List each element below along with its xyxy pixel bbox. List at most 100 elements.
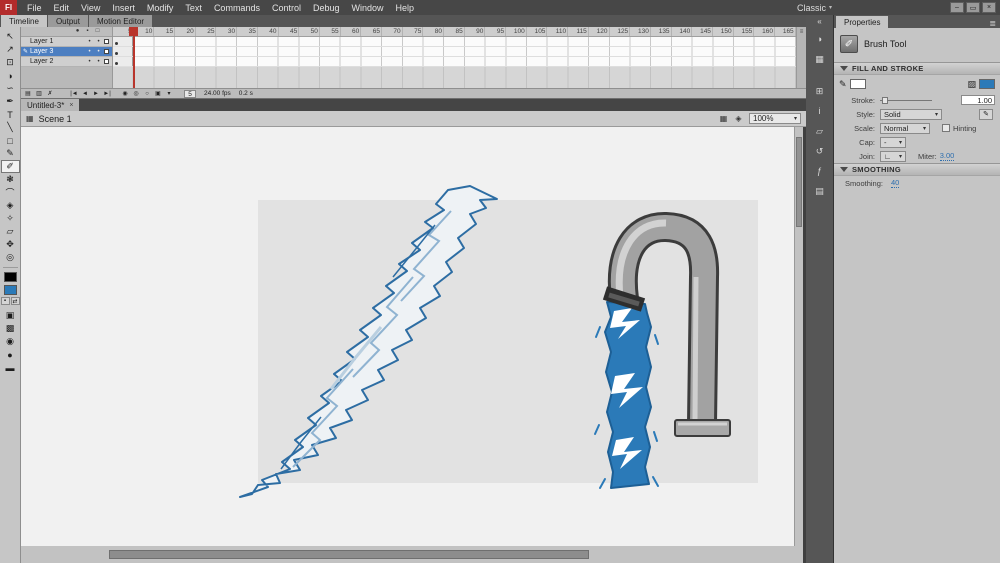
brush-mode-option[interactable]: ◉ <box>1 335 20 348</box>
collapse-dock-icon[interactable]: « <box>817 17 821 27</box>
go-to-first-frame-button[interactable]: |◄ <box>69 89 79 98</box>
playhead-marker[interactable] <box>129 27 138 36</box>
timeline-panel-menu-icon[interactable]: ≡ <box>796 27 806 88</box>
ruler-frame-165[interactable]: 165 <box>775 27 796 36</box>
ruler-frame-45[interactable]: 45 <box>279 27 300 36</box>
vertical-scrollbar[interactable] <box>794 127 803 546</box>
layer-frames-row[interactable] <box>113 57 796 67</box>
play-button[interactable]: ► <box>91 89 101 98</box>
free-transform-tool[interactable]: ⊡ <box>1 56 20 69</box>
ruler-frame-75[interactable]: 75 <box>403 27 424 36</box>
brush-shape-option[interactable]: ▬ <box>1 361 20 374</box>
menu-item-control[interactable]: Control <box>266 3 307 13</box>
ruler-frame-90[interactable]: 90 <box>465 27 486 36</box>
ruler-frame-80[interactable]: 80 <box>423 27 444 36</box>
menu-item-edit[interactable]: Edit <box>48 3 76 13</box>
deco-tool[interactable]: ❃ <box>1 173 20 186</box>
3d-rotation-tool[interactable]: ◑ <box>1 69 20 82</box>
ruler-frame-20[interactable]: 20 <box>175 27 196 36</box>
ruler-frame-30[interactable]: 30 <box>216 27 237 36</box>
outline-all-layers-icon[interactable]: □ <box>93 27 102 36</box>
stroke-color-control[interactable] <box>850 79 866 89</box>
fill-color-control[interactable] <box>979 79 995 89</box>
layer-lock-dot[interactable]: • <box>94 39 103 45</box>
ruler-frame-110[interactable]: 110 <box>547 27 568 36</box>
menu-item-window[interactable]: Window <box>346 3 390 13</box>
onion-skin-button[interactable]: ◎ <box>131 89 141 98</box>
ruler-frame-25[interactable]: 25 <box>196 27 217 36</box>
edit-scene-button[interactable]: ▦ <box>717 114 730 123</box>
ruler-frame-130[interactable]: 130 <box>630 27 651 36</box>
smoothing-value[interactable]: 40 <box>891 178 899 188</box>
lock-fill-toggle[interactable]: ▩ <box>1 322 20 335</box>
ruler-frame-60[interactable]: 60 <box>341 27 362 36</box>
layer-outline-swatch[interactable] <box>104 49 109 54</box>
ruler-frame-120[interactable]: 120 <box>589 27 610 36</box>
menu-item-text[interactable]: Text <box>179 3 208 13</box>
library-panel-icon[interactable]: ▤ <box>810 183 830 199</box>
layer-outline-swatch[interactable] <box>104 39 109 44</box>
panel-menu-icon[interactable]: ≣ <box>989 19 1000 28</box>
app-logo[interactable]: Fl <box>0 0 17 15</box>
eraser-tool[interactable]: ▱ <box>1 225 20 238</box>
vertical-scrollbar-thumb[interactable] <box>796 137 802 227</box>
lock-unlock-all-layers-icon[interactable]: ▪ <box>83 27 92 36</box>
pen-tool[interactable]: ✒ <box>1 95 20 108</box>
menu-item-commands[interactable]: Commands <box>208 3 266 13</box>
layer-row[interactable]: ✎Layer 3•• <box>21 47 112 57</box>
ruler-frame-145[interactable]: 145 <box>692 27 713 36</box>
layer-lock-dot[interactable]: • <box>94 49 103 55</box>
ruler-frame-50[interactable]: 50 <box>299 27 320 36</box>
transform-panel-icon[interactable]: ▱ <box>810 123 830 139</box>
layer-visibility-dot[interactable]: • <box>85 39 94 45</box>
menu-item-help[interactable]: Help <box>390 3 421 13</box>
fill-color-swatch[interactable] <box>4 285 17 295</box>
miter-value[interactable]: 3.00 <box>940 151 955 161</box>
fill-stroke-section-header[interactable]: FILL AND STROKE <box>834 62 1000 75</box>
stroke-height-slider[interactable] <box>880 95 932 105</box>
menu-item-file[interactable]: File <box>21 3 48 13</box>
hand-tool[interactable]: ✥ <box>1 238 20 251</box>
frame-rate-indicator[interactable]: 24.00 fps <box>204 90 231 97</box>
menu-item-view[interactable]: View <box>75 3 106 13</box>
object-drawing-toggle[interactable]: ▣ <box>1 309 20 322</box>
step-back-button[interactable]: ◄ <box>80 89 90 98</box>
delete-layer-button[interactable]: ✗ <box>45 89 55 98</box>
new-layer-button[interactable]: ▤ <box>23 89 33 98</box>
ruler-frame-65[interactable]: 65 <box>361 27 382 36</box>
ruler-frame-55[interactable]: 55 <box>320 27 341 36</box>
cap-dropdown[interactable]: - <box>880 137 906 148</box>
layer-frames-row[interactable] <box>113 47 796 57</box>
ruler-frame-85[interactable]: 85 <box>444 27 465 36</box>
layer-row[interactable]: Layer 1•• <box>21 37 112 47</box>
center-frame-button[interactable]: ◉ <box>120 89 130 98</box>
ruler-frame-160[interactable]: 160 <box>754 27 775 36</box>
smoothing-section-header[interactable]: SMOOTHING <box>834 163 1000 176</box>
ruler-frame-115[interactable]: 115 <box>568 27 589 36</box>
ruler-frame-105[interactable]: 105 <box>527 27 548 36</box>
onion-skin-outlines-button[interactable]: ○ <box>142 89 152 98</box>
frames-pane[interactable]: 5101520253035404550556065707580859095100… <box>113 27 796 88</box>
slider-thumb-icon[interactable] <box>882 97 888 104</box>
menu-item-modify[interactable]: Modify <box>141 3 180 13</box>
selection-tool[interactable]: ↖ <box>1 30 20 43</box>
show-hide-all-layers-icon[interactable]: ● <box>73 27 82 36</box>
ruler-frame-15[interactable]: 15 <box>154 27 175 36</box>
ruler-frame-140[interactable]: 140 <box>672 27 693 36</box>
ruler-frame-125[interactable]: 125 <box>610 27 631 36</box>
ruler-frame-70[interactable]: 70 <box>382 27 403 36</box>
scene-name[interactable]: Scene 1 <box>39 114 72 124</box>
horizontal-scrollbar-thumb[interactable] <box>109 550 589 559</box>
pencil-tool[interactable]: ✎ <box>1 147 20 160</box>
stroke-color-swatch[interactable] <box>4 272 17 282</box>
edit-symbols-button[interactable]: ◈ <box>732 114 745 123</box>
current-frame-indicator[interactable]: 5 <box>184 90 196 98</box>
ruler-frame-135[interactable]: 135 <box>651 27 672 36</box>
align-panel-icon[interactable]: ⊞ <box>810 83 830 99</box>
edit-stroke-style-button[interactable]: ✎ <box>979 109 993 120</box>
ruler-frame-35[interactable]: 35 <box>237 27 258 36</box>
tab-motion-editor[interactable]: Motion Editor <box>89 15 152 27</box>
tab-timeline[interactable]: Timeline <box>1 15 47 27</box>
stage-canvas[interactable] <box>21 127 794 546</box>
tab-output[interactable]: Output <box>48 15 88 27</box>
